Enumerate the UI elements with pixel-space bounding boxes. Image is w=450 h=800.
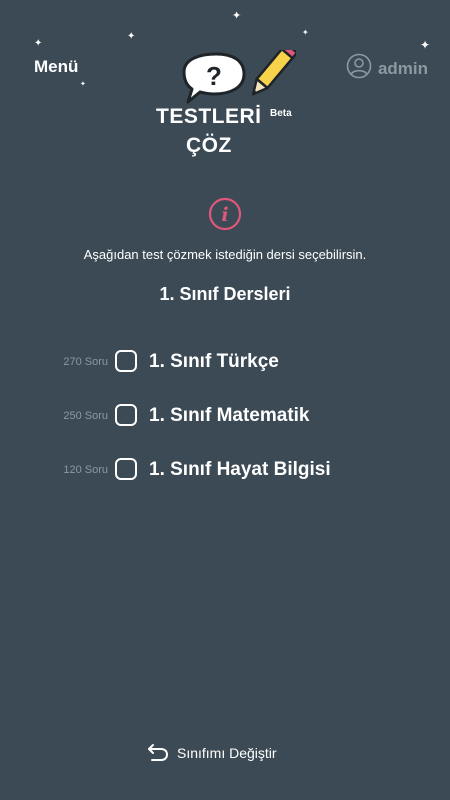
change-class-label: Sınıfımı Değiştir: [177, 744, 277, 761]
course-label: 1. Sınıf Hayat Bilgisi: [149, 459, 331, 480]
undo-arrow-icon: [145, 740, 171, 765]
menu-button[interactable]: Menü: [34, 57, 78, 77]
course-checkbox[interactable]: [115, 404, 137, 426]
change-class-button[interactable]: Sınıfımı Değiştir: [145, 740, 277, 765]
sparkle-star-icon: ✦: [34, 38, 43, 49]
sparkle-star-icon: ✦: [420, 38, 431, 52]
question-count: 120 Soru: [63, 464, 108, 476]
course-checkbox[interactable]: [115, 458, 137, 480]
course-item-matematik[interactable]: 250 Soru 1. Sınıf Matematik: [0, 403, 450, 431]
user-circle-icon: [346, 53, 372, 84]
course-item-turkce[interactable]: 270 Soru 1. Sınıf Türkçe: [0, 349, 450, 377]
info-circle-icon: i: [208, 197, 242, 236]
svg-text:?: ?: [206, 61, 222, 91]
course-label: 1. Sınıf Türkçe: [149, 351, 279, 372]
app-logo: ? TESTLERİ Beta ÇÖZ: [150, 45, 310, 165]
sparkle-star-icon: ✦: [232, 10, 242, 22]
instruction-text: Aşağıdan test çözmek istediğin dersi seç…: [83, 247, 367, 262]
user-profile-button[interactable]: admin: [346, 53, 428, 84]
sparkle-star-icon: ✦: [80, 81, 86, 88]
course-checkbox[interactable]: [115, 350, 137, 372]
beta-badge: Beta: [270, 108, 292, 119]
question-count: 250 Soru: [63, 410, 108, 422]
sparkle-star-icon: ✦: [302, 28, 309, 37]
sparkle-star-icon: ✦: [127, 31, 136, 42]
course-item-hayat-bilgisi[interactable]: 120 Soru 1. Sınıf Hayat Bilgisi: [0, 457, 450, 485]
speech-bubble-pencil-icon: ?: [182, 50, 296, 104]
question-count: 270 Soru: [63, 356, 108, 368]
section-title: 1. Sınıf Dersleri: [159, 284, 291, 304]
logo-subtitle: ÇÖZ: [186, 134, 232, 157]
user-name: admin: [377, 58, 428, 78]
svg-text:i: i: [221, 204, 228, 226]
course-label: 1. Sınıf Matematik: [149, 405, 310, 426]
logo-title: TESTLERİ: [156, 105, 262, 128]
